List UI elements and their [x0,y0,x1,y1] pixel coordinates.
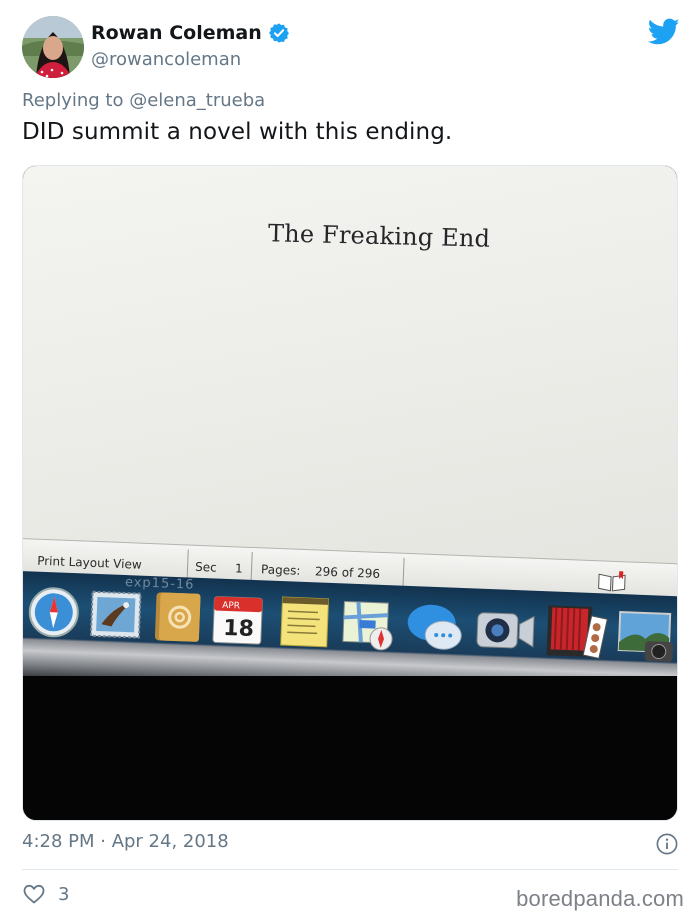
pages-value: 296 of 296 [314,564,381,581]
replying-prefix: Replying to [22,90,124,111]
document-page: The Freaking End [23,166,677,596]
tweet-photo[interactable]: The Freaking End Print Layout View Sec 1… [22,165,678,821]
section-value: 1 [234,561,243,576]
photo-booth-icon[interactable] [542,603,610,661]
tweet-timestamp[interactable]: 4:28 PM · Apr 24, 2018 [22,831,229,852]
tweet-card: Rowan Coleman @rowancoleman Replying to … [0,0,700,923]
mail-icon[interactable] [87,586,145,644]
like-count: 3 [58,883,70,905]
book-icon [598,571,626,592]
pages-label: Pages: [260,562,301,578]
avatar[interactable] [22,16,84,78]
user-handle[interactable]: @rowancoleman [91,49,290,70]
notes-icon[interactable] [275,593,333,651]
calendar-day: 18 [223,616,255,642]
document-text: The Freaking End [267,219,491,253]
tweet-text: DID summit a novel with this ending. [22,119,453,145]
facetime-icon[interactable] [472,600,538,658]
replying-to: Replying to @elena_trueba [22,90,265,111]
info-icon[interactable] [656,833,678,855]
heart-icon[interactable] [22,882,46,906]
like-action[interactable]: 3 [22,882,69,906]
twitter-bird-icon[interactable] [648,18,680,46]
contacts-icon[interactable] [149,588,207,646]
watermark: boredpanda.com [516,886,684,911]
footer-divider [22,869,678,870]
display-name[interactable]: Rowan Coleman [91,22,262,44]
calendar-icon[interactable]: APR 18 [209,590,267,648]
section-label: Sec [194,559,217,575]
calendar-month: APR [222,601,240,612]
verified-badge-icon [268,23,289,43]
image-capture-icon[interactable] [614,606,678,664]
maps-icon[interactable] [339,595,397,653]
desk-background [23,676,677,820]
safari-icon[interactable] [25,583,83,641]
author-info: Rowan Coleman @rowancoleman [91,20,290,70]
reply-target-link[interactable]: @elena_trueba [129,90,265,111]
messages-icon[interactable] [402,598,468,656]
view-label: Print Layout View [36,553,142,572]
